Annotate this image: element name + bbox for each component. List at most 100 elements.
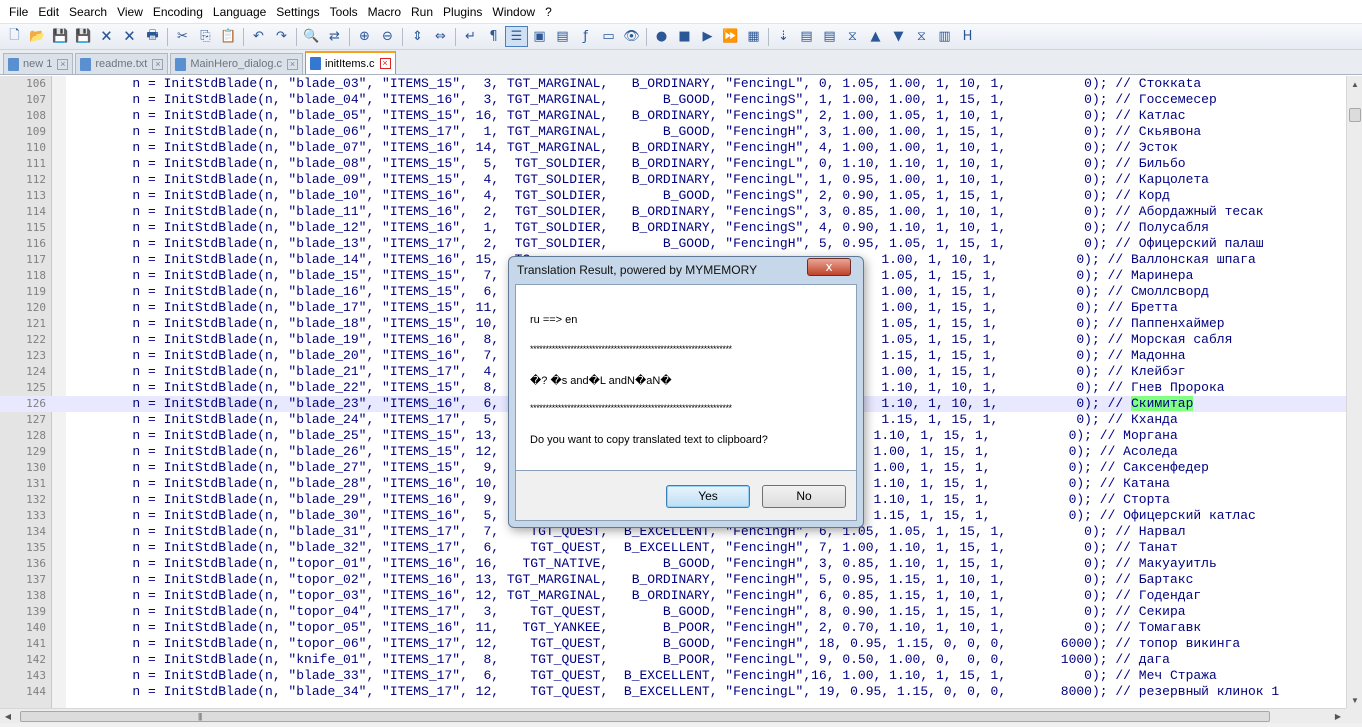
menu-help[interactable]: ? (540, 3, 557, 21)
menu-plugins[interactable]: Plugins (438, 3, 487, 21)
record-macro-icon[interactable]: ● (650, 26, 673, 47)
paste-icon[interactable]: 📋 (217, 26, 240, 47)
code-line[interactable]: 112 n = InitStdBlade(n, "blade_09", "ITE… (0, 172, 1346, 188)
code-line[interactable]: 136 n = InitStdBlade(n, "topor_01", "ITE… (0, 556, 1346, 572)
code-text: n = InitStdBlade(n, "blade_13", "ITEMS_1… (70, 236, 1264, 251)
scroll-down-icon[interactable]: ▼ (1347, 692, 1362, 708)
save-icon[interactable]: 💾 (49, 26, 72, 47)
code-line[interactable]: 137 n = InitStdBlade(n, "topor_02", "ITE… (0, 572, 1346, 588)
folder-workspace-icon[interactable]: ▭ (597, 26, 620, 47)
code-line[interactable]: 143 n = InitStdBlade(n, "blade_33", "ITE… (0, 668, 1346, 684)
code-line[interactable]: 141 n = InitStdBlade(n, "topor_06", "ITE… (0, 636, 1346, 652)
menu-run[interactable]: Run (406, 3, 438, 21)
menu-language[interactable]: Language (208, 3, 271, 21)
tab-close-icon[interactable]: × (57, 58, 69, 70)
menu-window[interactable]: Window (487, 3, 540, 21)
monitoring-icon[interactable]: 👁 (620, 26, 643, 47)
open-file-icon[interactable]: 📂 (26, 26, 49, 47)
sync-vertical-icon[interactable]: ⇕ (406, 26, 429, 47)
dialog-title: Translation Result, powered by MYMEMORY (517, 263, 758, 277)
code-line[interactable]: 139 n = InitStdBlade(n, "topor_04", "ITE… (0, 604, 1346, 620)
zoom-in-icon[interactable]: ⊕ (353, 26, 376, 47)
plugin-e-icon[interactable]: ▥ (933, 26, 956, 47)
undo-icon[interactable]: ↶ (247, 26, 270, 47)
replace-icon[interactable]: ⇄ (323, 26, 346, 47)
plugin-d-icon[interactable]: ⧖ (910, 26, 933, 47)
play-macro-icon[interactable]: ▶ (696, 26, 719, 47)
code-text: n = InitStdBlade(n, "blade_34", "ITEMS_1… (70, 684, 1280, 699)
yes-button[interactable]: Yes (666, 485, 750, 508)
dialog-close-button[interactable]: x (807, 258, 851, 276)
copy-icon[interactable]: ⎘ (194, 26, 217, 47)
stop-record-icon[interactable]: ■ (673, 26, 696, 47)
line-number: 133 (26, 509, 46, 522)
plugin-a-icon[interactable]: ▤ (795, 26, 818, 47)
menu-search[interactable]: Search (64, 3, 112, 21)
menu-settings[interactable]: Settings (271, 3, 324, 21)
show-all-chars-icon[interactable]: ¶ (482, 26, 505, 47)
horizontal-scroll-thumb[interactable] (20, 711, 1270, 722)
vertical-scrollbar[interactable]: ▲ ▼ (1346, 76, 1362, 708)
tab-readme-txt[interactable]: readme.txt × (75, 53, 169, 74)
sync-horizontal-icon[interactable]: ⇔ (429, 26, 452, 47)
find-icon[interactable]: 🔍 (300, 26, 323, 47)
new-file-icon[interactable]: 🗋 (3, 26, 26, 47)
redo-icon[interactable]: ↷ (270, 26, 293, 47)
code-line[interactable]: 144 n = InitStdBlade(n, "blade_34", "ITE… (0, 684, 1346, 700)
close-all-icon[interactable]: 🗙 (118, 26, 141, 47)
print-icon[interactable]: 🖶 (141, 26, 164, 47)
close-icon[interactable]: 🗙 (95, 26, 118, 47)
code-line[interactable]: 135 n = InitStdBlade(n, "blade_32", "ITE… (0, 540, 1346, 556)
translate-icon[interactable]: ⇣ (772, 26, 795, 47)
arrow-down-icon[interactable]: ▼ (887, 26, 910, 47)
tab-close-icon[interactable]: × (379, 58, 391, 69)
tab-mainhero-dialog-c[interactable]: MainHero_dialog.c × (170, 53, 304, 74)
scroll-up-icon[interactable]: ▲ (1347, 76, 1362, 92)
code-line[interactable]: 108 n = InitStdBlade(n, "blade_05", "ITE… (0, 108, 1346, 124)
function-list-icon[interactable]: ƒ (574, 26, 597, 47)
code-line[interactable]: 116 n = InitStdBlade(n, "blade_13", "ITE… (0, 236, 1346, 252)
code-line[interactable]: 107 n = InitStdBlade(n, "blade_04", "ITE… (0, 92, 1346, 108)
cut-icon[interactable]: ✂ (171, 26, 194, 47)
plugin-b-icon[interactable]: ▤ (818, 26, 841, 47)
code-line[interactable]: 106 n = InitStdBlade(n, "blade_03", "ITE… (0, 76, 1346, 92)
run-macro-multiple-icon[interactable]: ⏩ (719, 26, 742, 47)
no-button[interactable]: No (762, 485, 846, 508)
code-line[interactable]: 115 n = InitStdBlade(n, "blade_12", "ITE… (0, 220, 1346, 236)
save-macro-icon[interactable]: ▦ (742, 26, 765, 47)
zoom-out-icon[interactable]: ⊖ (376, 26, 399, 47)
scroll-left-icon[interactable]: ◀ (0, 709, 16, 724)
menu-view[interactable]: View (112, 3, 148, 21)
word-wrap-icon[interactable]: ↵ (459, 26, 482, 47)
code-line[interactable]: 110 n = InitStdBlade(n, "blade_07", "ITE… (0, 140, 1346, 156)
tab-inititems-c[interactable]: initItems.c × (305, 51, 396, 74)
plugin-c-icon[interactable]: ⧖ (841, 26, 864, 47)
plugin-h-icon[interactable]: H (956, 26, 979, 47)
scroll-right-icon[interactable]: ▶ (1330, 709, 1346, 724)
user-lang-icon[interactable]: ▣ (528, 26, 551, 47)
code-line[interactable]: 138 n = InitStdBlade(n, "topor_03", "ITE… (0, 588, 1346, 604)
menu-macro[interactable]: Macro (363, 3, 406, 21)
doc-map-icon[interactable]: ▤ (551, 26, 574, 47)
menu-file[interactable]: File (4, 3, 33, 21)
tab-close-icon[interactable]: × (287, 58, 299, 70)
tab-close-icon[interactable]: × (152, 58, 164, 70)
code-line[interactable]: 113 n = InitStdBlade(n, "blade_10", "ITE… (0, 188, 1346, 204)
code-line[interactable]: 111 n = InitStdBlade(n, "blade_08", "ITE… (0, 156, 1346, 172)
code-line[interactable]: 109 n = InitStdBlade(n, "blade_06", "ITE… (0, 124, 1346, 140)
tab-bar: new 1 × readme.txt × MainHero_dialog.c × initI… (0, 50, 1362, 75)
tab-new-1[interactable]: new 1 × (3, 53, 74, 74)
vertical-scroll-thumb[interactable] (1349, 108, 1361, 122)
arrow-up-icon[interactable]: ▲ (864, 26, 887, 47)
code-line[interactable]: 114 n = InitStdBlade(n, "blade_11", "ITE… (0, 204, 1346, 220)
save-all-icon[interactable]: 💾 (72, 26, 95, 47)
code-line[interactable]: 140 n = InitStdBlade(n, "topor_05", "ITE… (0, 620, 1346, 636)
indent-guide-icon[interactable]: ☰ (505, 26, 528, 47)
horizontal-scrollbar[interactable]: ◀ ||| ▶ (0, 708, 1346, 723)
menu-tools[interactable]: Tools (325, 3, 363, 21)
line-number: 122 (26, 333, 46, 346)
menu-encoding[interactable]: Encoding (148, 3, 208, 21)
line-number: 128 (26, 429, 46, 442)
menu-edit[interactable]: Edit (33, 3, 64, 21)
code-line[interactable]: 142 n = InitStdBlade(n, "knife_01", "ITE… (0, 652, 1346, 668)
